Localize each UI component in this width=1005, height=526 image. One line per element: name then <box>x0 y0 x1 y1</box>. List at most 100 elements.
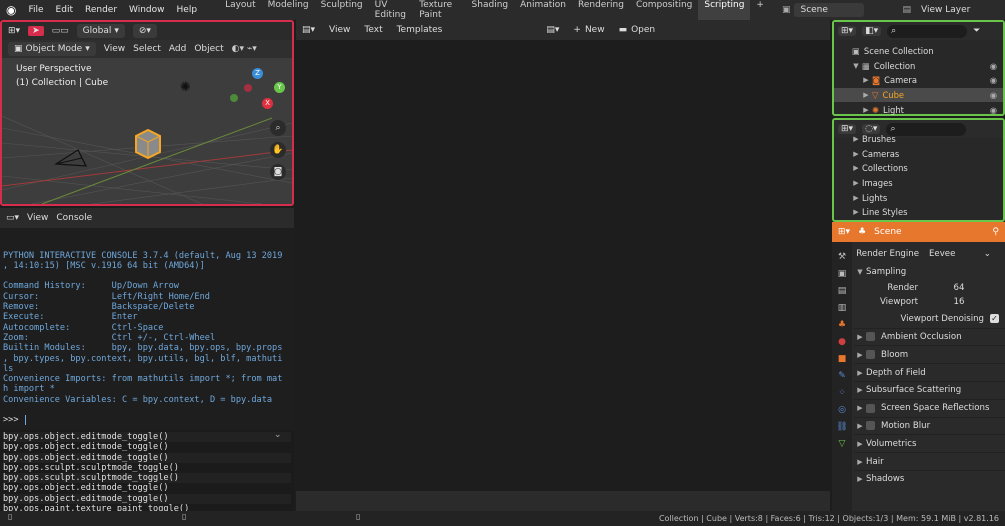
camera-object[interactable] <box>52 146 92 172</box>
particles-tab-icon[interactable]: ⁘ <box>838 388 846 398</box>
info-log-line[interactable]: bpy.ops.object.editmode_toggle() <box>3 493 291 505</box>
properties-panel-header[interactable]: ▶ Volumetrics <box>854 434 1005 452</box>
collapsed-triangle-icon[interactable]: ▶ <box>850 135 862 143</box>
console-output[interactable]: PYTHON INTERACTIVE CONSOLE 3.7.4 (defaul… <box>0 228 294 430</box>
pin-icon[interactable]: ⚲ <box>992 227 999 237</box>
output-tab-icon[interactable]: ▤ <box>838 286 847 296</box>
collapsed-triangle-icon[interactable]: ▶ <box>860 76 872 84</box>
outliner-row[interactable]: ▶ ◙ Camera ◉ <box>834 73 1003 88</box>
open-text-button[interactable]: ▬ Open <box>619 25 656 35</box>
data-tab-icon[interactable]: ▽ <box>839 439 846 449</box>
menu-templates[interactable]: Templates <box>397 25 443 35</box>
menu-view[interactable]: View <box>27 213 48 223</box>
editor-type-icon[interactable]: ⊞▾ <box>838 227 850 237</box>
data-row[interactable]: ▶ Line Styles <box>834 205 1003 220</box>
visibility-eye-icon[interactable]: ◉ <box>990 61 997 71</box>
display-mode-icon[interactable]: ◌▾ <box>862 124 881 134</box>
panel-enable-checkbox[interactable] <box>866 403 875 413</box>
collapsed-triangle-icon[interactable]: ▶ <box>860 91 872 99</box>
overlay-icon[interactable]: ◐▾ ⌁▾ <box>232 44 257 54</box>
editor-type-icon[interactable]: ▤▾ <box>302 25 315 35</box>
object-tab-icon[interactable]: ■ <box>838 354 847 364</box>
text-browse-icon[interactable]: ▤▾ <box>546 25 559 35</box>
menu-add[interactable]: Add <box>169 44 186 54</box>
properties-panel-header[interactable]: ▶ Motion Blur <box>854 416 1005 435</box>
scene-tab-icon[interactable]: ♣ <box>838 320 846 330</box>
info-log[interactable]: bpy.ops.object.editmode_toggle() bpy.ops.… <box>0 430 294 517</box>
visibility-eye-icon[interactable]: ◉ <box>990 75 997 85</box>
menu-render[interactable]: Render <box>79 5 123 15</box>
menu-edit[interactable]: Edit <box>50 5 79 15</box>
data-row[interactable]: ▶ Cameras <box>834 147 1003 162</box>
console-prompt[interactable]: >>> <box>3 415 291 426</box>
select-box-icon[interactable]: ▭▭ <box>52 26 69 36</box>
collapsed-triangle-icon[interactable]: ▶ <box>850 208 862 216</box>
panel-enable-checkbox[interactable] <box>866 350 875 360</box>
render-tab-icon[interactable]: ▣ <box>838 269 847 279</box>
info-log-line[interactable]: bpy.ops.object.editmode_toggle() <box>3 483 291 493</box>
collapsed-triangle-icon[interactable]: ▶ <box>850 150 862 158</box>
menu-view[interactable]: View <box>329 25 350 35</box>
pan-hand-icon[interactable]: ✋ <box>270 142 286 158</box>
view-layer-tab-icon[interactable]: ▥ <box>838 303 847 313</box>
blender-logo-icon[interactable]: ◉ <box>0 3 22 17</box>
mode-dropdown[interactable]: ▣ Object Mode ▾ <box>8 42 96 56</box>
collapsed-triangle-icon[interactable]: ▶ <box>850 194 862 202</box>
menu-help[interactable]: Help <box>171 5 204 15</box>
menu-view[interactable]: View <box>104 44 125 54</box>
tool-tab-icon[interactable]: ⚒ <box>838 252 846 262</box>
orientation-dropdown[interactable]: Global ▾ <box>76 24 125 38</box>
data-row[interactable]: ▶ Collections <box>834 161 1003 176</box>
visibility-eye-icon[interactable]: ◉ <box>990 105 997 115</box>
menu-text[interactable]: Text <box>364 25 382 35</box>
outliner-row[interactable]: ▶ ▽ Cube ◉ <box>834 87 1003 103</box>
cube-object[interactable] <box>130 126 166 162</box>
viewport-denoising-checkbox[interactable]: ✓ <box>990 314 999 324</box>
info-log-line[interactable]: bpy.ops.object.editmode_toggle() <box>3 432 291 443</box>
properties-panel-header[interactable]: ▶ Ambient Occlusion <box>854 327 1005 346</box>
light-icon[interactable]: ✺ <box>180 80 191 95</box>
info-log-line[interactable]: bpy.ops.sculpt.sculptmode_toggle() <box>3 463 291 473</box>
editor-type-icon[interactable]: ⊞▾ <box>838 26 857 36</box>
modifier-tab-icon[interactable]: ✎ <box>838 371 846 381</box>
new-text-button[interactable]: + New <box>573 25 604 35</box>
editor-type-icon[interactable]: ⊞▾ <box>838 124 857 134</box>
info-log-line[interactable]: bpy.ops.object.editmode_toggle() <box>3 452 291 463</box>
info-log-line[interactable]: bpy.ops.object.editmode_toggle() <box>3 442 291 452</box>
visibility-eye-icon[interactable]: ◉ <box>990 90 997 100</box>
constraints-tab-icon[interactable]: ⛓ <box>836 422 847 432</box>
render-samples-field[interactable]: 64 <box>924 283 994 293</box>
expanded-triangle-icon[interactable]: ▼ <box>850 62 862 70</box>
render-engine-dropdown[interactable]: Eevee ⌄ <box>925 249 995 259</box>
viewport-canvas[interactable]: User Perspective (1) Collection | Cube ✺… <box>2 58 292 204</box>
scene-selector[interactable]: ▣ Scene <box>782 3 865 17</box>
menu-console[interactable]: Console <box>56 213 92 223</box>
physics-tab-icon[interactable]: ◎ <box>838 405 846 415</box>
camera-view-icon[interactable]: ◙ <box>270 164 286 180</box>
horizontal-scrollbar[interactable] <box>296 491 830 511</box>
outliner-row[interactable]: ▶ ✺ Light ◉ <box>834 102 1003 117</box>
properties-panel-header[interactable]: ▶ Depth of Field <box>854 363 1005 381</box>
properties-panel-header[interactable]: ▶ Shadows <box>854 469 1005 488</box>
menu-select[interactable]: Select <box>133 44 161 54</box>
panel-enable-checkbox[interactable] <box>866 421 875 431</box>
viewport-samples-field[interactable]: 16 <box>924 297 994 307</box>
search-input[interactable]: ⌕ <box>886 122 967 136</box>
zoom-icon[interactable]: ⌕ <box>270 120 286 136</box>
filter-icon[interactable]: ⏷ <box>973 26 980 36</box>
search-input[interactable]: ⌕ <box>887 24 968 38</box>
collapsed-triangle-icon[interactable]: ▶ <box>850 164 862 172</box>
properties-panel-header[interactable]: ▶ Screen Space Reflections <box>854 398 1005 417</box>
editor-type-icon[interactable]: ▭▾ <box>6 213 19 223</box>
info-log-line[interactable]: bpy.ops.sculpt.sculptmode_toggle() <box>3 473 291 484</box>
outliner-row[interactable]: ▼ ▦ Collection ◉ <box>834 59 1003 74</box>
pivot-icon[interactable]: ⊘▾ <box>132 24 157 38</box>
properties-panel-header[interactable]: ▶ Subsurface Scattering <box>854 380 1005 399</box>
properties-panel-header[interactable]: ▶ Bloom <box>854 345 1005 363</box>
menu-file[interactable]: File <box>22 5 49 15</box>
outliner-row[interactable]: ▣ Scene Collection <box>834 44 1003 59</box>
collapsed-triangle-icon[interactable]: ▶ <box>860 106 872 114</box>
world-tab-icon[interactable]: ● <box>838 337 846 347</box>
menu-object[interactable]: Object <box>194 44 223 54</box>
chevron-down-icon[interactable]: ⌄ <box>274 430 282 440</box>
